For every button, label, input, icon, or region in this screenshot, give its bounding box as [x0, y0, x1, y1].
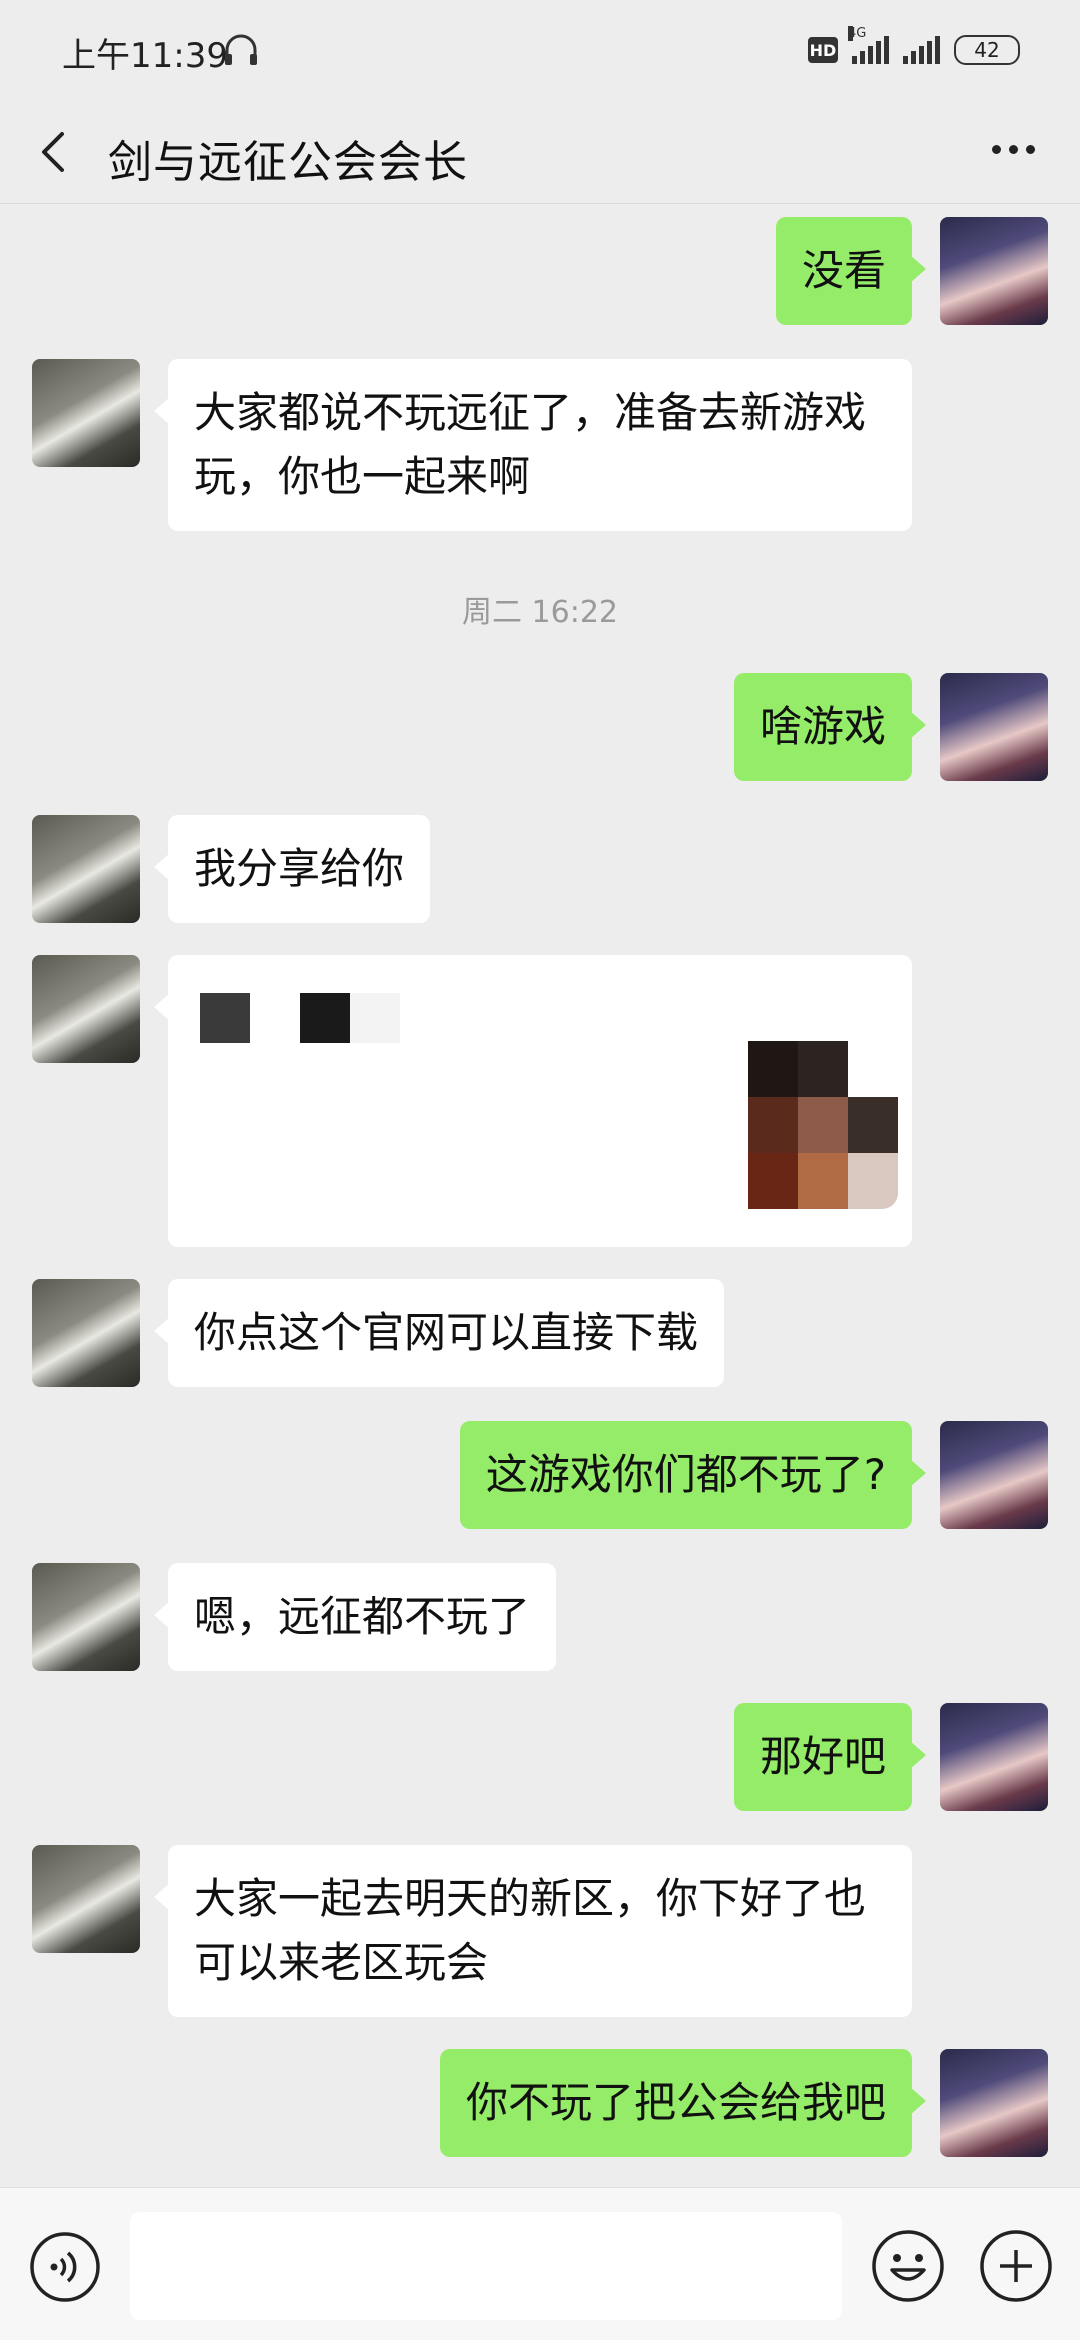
card-title-mosaic [200, 993, 400, 1043]
card-thumbnail [748, 1041, 898, 1209]
status-indicators: HD 4G 42 [808, 26, 1020, 70]
avatar-peer[interactable] [32, 1563, 140, 1671]
timestamp: 周二 16:22 [462, 595, 618, 630]
chat-title: 剑与远征公会会长 [108, 137, 468, 188]
avatar-peer[interactable] [32, 815, 140, 923]
plus-icon[interactable] [978, 2228, 1054, 2304]
message-bubble-self[interactable]: 你不玩了把公会给我吧 [439, 2049, 927, 2157]
message-bubble-self[interactable]: 那好吧 [733, 1703, 927, 1811]
message-bubble-self[interactable]: 没看 [775, 217, 927, 325]
message-bubble-peer[interactable]: 大家都说不玩远征了，准备去新游戏玩，你也一起来啊 [154, 359, 912, 531]
status-time: 上午11:39 [62, 36, 228, 76]
avatar-self[interactable] [940, 1421, 1048, 1529]
status-bar: 上午11:39 HD 4G 42 [0, 0, 1080, 100]
avatar-self[interactable] [940, 1703, 1048, 1811]
message-bubble-peer[interactable]: 我分享给你 [153, 815, 431, 923]
avatar-peer[interactable] [32, 1845, 140, 1953]
message-bubble-peer[interactable]: 嗯，远征都不玩了 [153, 1563, 557, 1671]
back-arrow-icon[interactable] [34, 128, 74, 176]
message-bubble-self[interactable]: 啥游戏 [733, 673, 927, 781]
avatar-peer[interactable] [32, 955, 140, 1063]
message-bubble-self[interactable]: 这游戏你们都不玩了? [459, 1421, 927, 1529]
signal-icon-1: 4G [848, 26, 889, 64]
input-bar [0, 2187, 1080, 2340]
emoji-icon[interactable] [870, 2228, 946, 2304]
chat-header: 剑与远征公会会长 [0, 100, 1080, 204]
message-bubble-peer[interactable]: 大家一起去明天的新区，你下好了也可以来老区玩会 [154, 1845, 912, 2017]
avatar-self[interactable] [940, 2049, 1048, 2157]
message-bubble-peer[interactable]: 你点这个官网可以直接下载 [153, 1279, 725, 1387]
avatar-peer[interactable] [32, 359, 140, 467]
battery-icon: 42 [954, 35, 1020, 65]
message-list[interactable]: 没看 大家都说不玩远征了，准备去新游戏玩，你也一起来啊 周二 16:22 啥游戏… [0, 205, 1080, 2187]
avatar-self[interactable] [940, 673, 1048, 781]
voice-icon[interactable] [28, 2230, 102, 2304]
hd-badge: HD [808, 37, 838, 63]
network-type: 4G [848, 26, 867, 41]
avatar-peer[interactable] [32, 1279, 140, 1387]
avatar-self[interactable] [940, 217, 1048, 325]
message-input[interactable] [130, 2212, 842, 2320]
more-dots-icon[interactable] [988, 138, 1044, 162]
share-card[interactable] [154, 955, 912, 1247]
signal-icon-2 [903, 36, 940, 64]
headset-icon [225, 34, 257, 65]
